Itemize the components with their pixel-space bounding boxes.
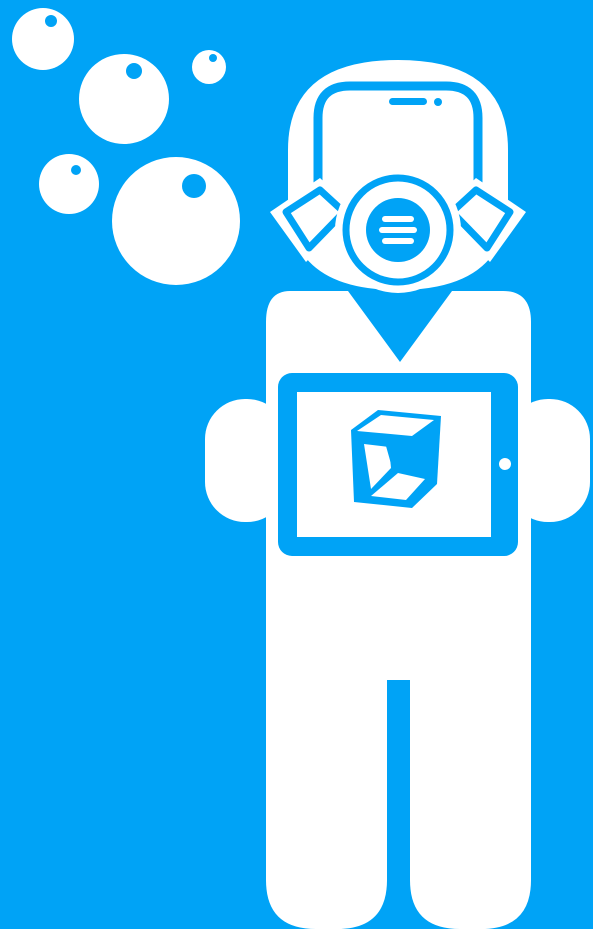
left-arm <box>205 399 287 522</box>
right-arm <box>508 399 590 522</box>
diver-illustration <box>0 0 593 929</box>
bubble-icon <box>112 157 240 285</box>
bubble-icon <box>192 50 226 84</box>
illustration-canvas <box>0 0 593 929</box>
left-leg <box>266 670 387 929</box>
right-leg <box>410 670 531 929</box>
bubble-icon <box>79 54 169 144</box>
diving-helmet-icon <box>270 60 526 293</box>
tablet-home-button <box>499 458 511 470</box>
bubble-icon <box>12 8 74 70</box>
bubble-icon <box>39 154 99 214</box>
